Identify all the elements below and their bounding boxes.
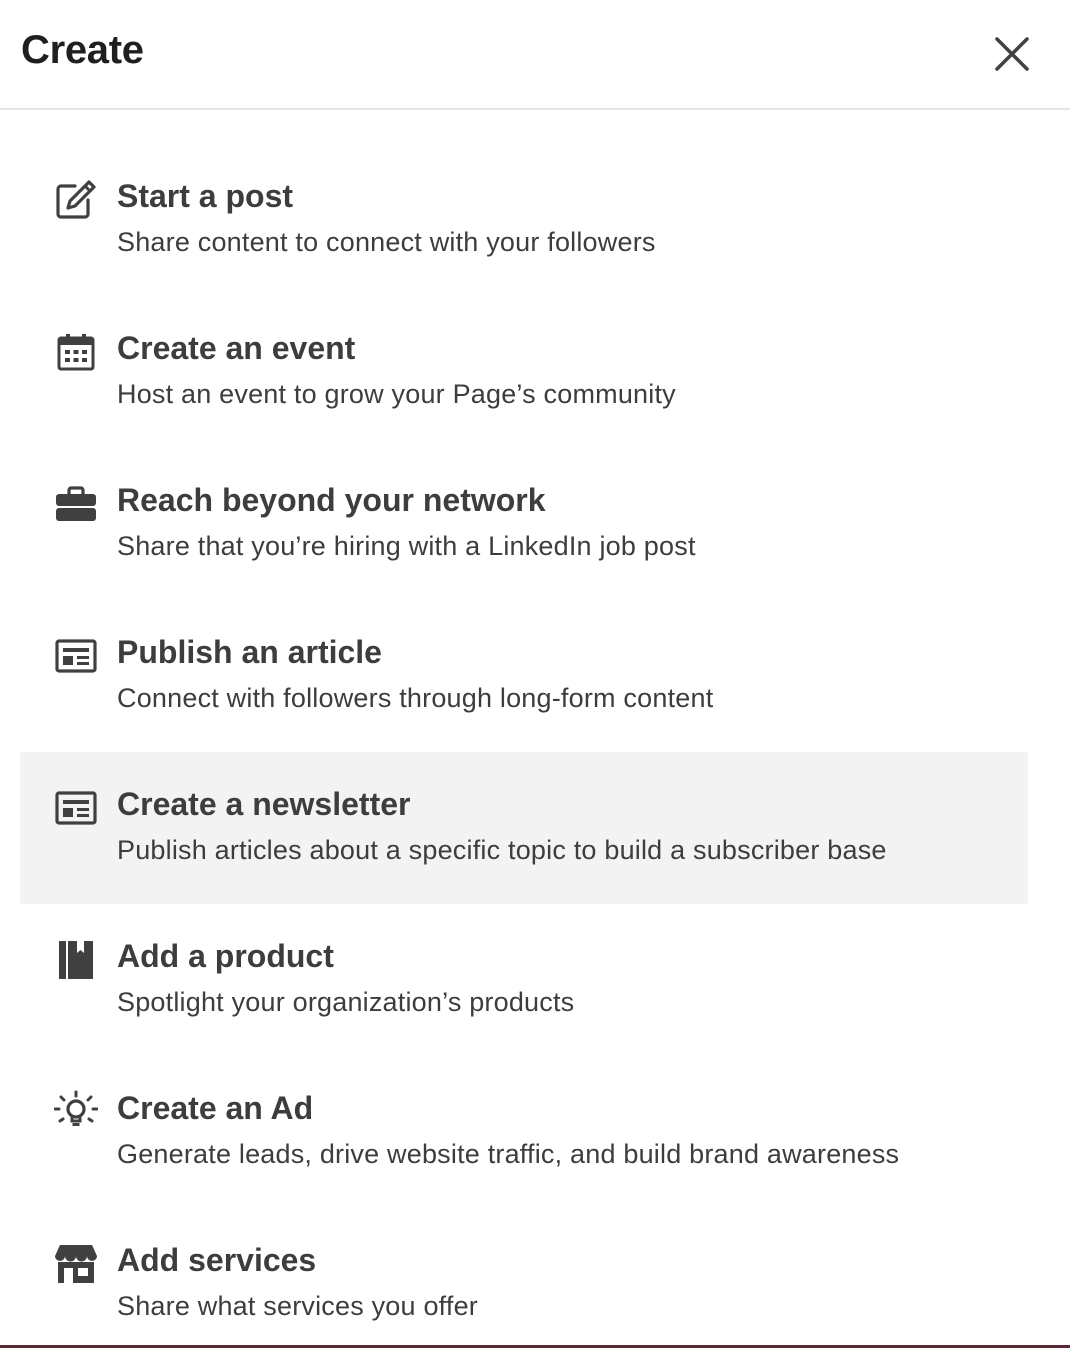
option-start-a-post[interactable]: Start a post Share content to connect wi… <box>20 144 1028 296</box>
article-icon <box>54 634 98 678</box>
dialog-title: Create <box>21 28 144 72</box>
close-button[interactable] <box>988 30 1036 78</box>
option-description: Publish articles about a specific topic … <box>117 835 887 865</box>
calendar-icon <box>54 330 98 374</box>
option-add-services[interactable]: Add services Share what services you off… <box>20 1208 1028 1348</box>
option-description: Spotlight your organization’s products <box>117 987 575 1017</box>
option-create-a-newsletter[interactable]: Create a newsletter Publish articles abo… <box>20 752 1028 904</box>
option-create-an-ad[interactable]: Create an Ad Generate leads, drive websi… <box>20 1056 1028 1208</box>
close-icon <box>994 36 1030 72</box>
newsletter-icon <box>54 786 98 830</box>
option-label: Create a newsletter <box>117 786 411 822</box>
briefcase-icon <box>54 482 98 526</box>
option-label: Create an Ad <box>117 1090 314 1126</box>
option-publish-an-article[interactable]: Publish an article Connect with follower… <box>20 600 1028 752</box>
option-description: Connect with followers through long-form… <box>117 683 714 713</box>
option-label: Add services <box>117 1242 317 1278</box>
option-reach-beyond-your-network[interactable]: Reach beyond your network Share that you… <box>20 448 1028 600</box>
option-label: Add a product <box>117 938 334 974</box>
option-add-a-product[interactable]: Add a product Spotlight your organizatio… <box>20 904 1028 1056</box>
option-label: Publish an article <box>117 634 382 670</box>
option-label: Start a post <box>117 178 294 214</box>
book-icon <box>54 938 98 982</box>
option-description: Share what services you offer <box>117 1291 478 1321</box>
option-description: Host an event to grow your Page’s commun… <box>117 379 676 409</box>
option-label: Reach beyond your network <box>117 482 546 518</box>
create-options-list: Start a post Share content to connect wi… <box>20 144 1028 1348</box>
option-description: Share content to connect with your follo… <box>117 227 656 257</box>
lightbulb-icon <box>54 1090 98 1134</box>
option-description: Share that you’re hiring with a LinkedIn… <box>117 531 696 561</box>
dialog-header: Create <box>0 0 1070 110</box>
option-label: Create an event <box>117 330 356 366</box>
create-dialog: Create Start a post Share content to con… <box>0 0 1070 1348</box>
storefront-icon <box>54 1242 98 1286</box>
option-create-an-event[interactable]: Create an event Host an event to grow yo… <box>20 296 1028 448</box>
pencil-square-icon <box>54 178 98 222</box>
option-description: Generate leads, drive website traffic, a… <box>117 1139 900 1169</box>
